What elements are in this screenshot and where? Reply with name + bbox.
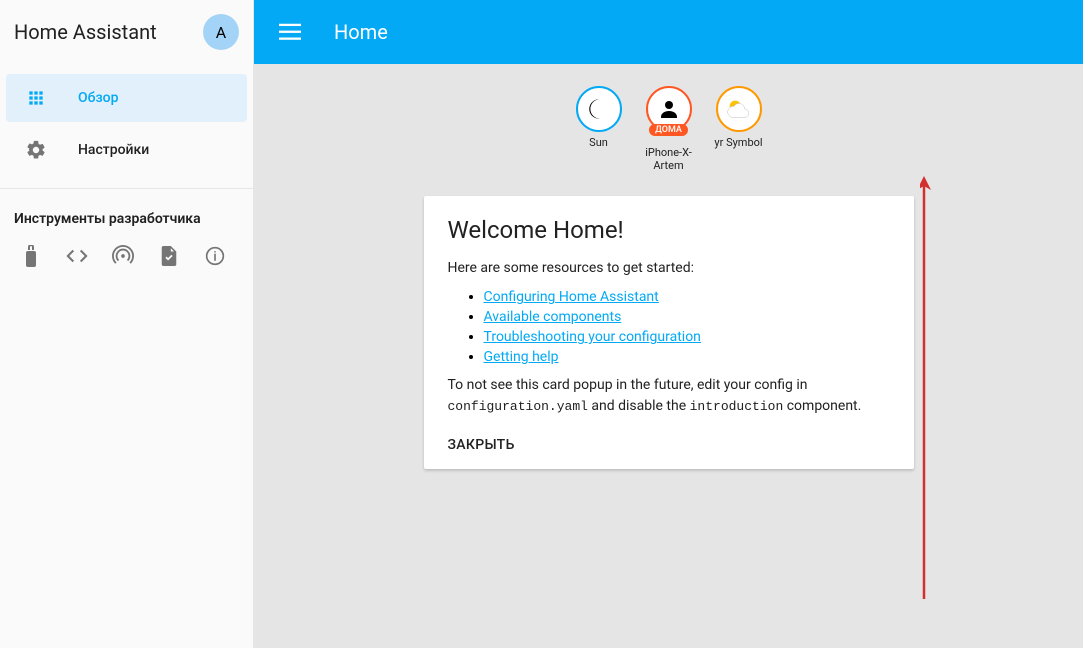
status-badge: ДОМА	[649, 124, 688, 136]
card-links: Configuring Home Assistant Available com…	[484, 289, 890, 365]
sidebar-item-settings[interactable]: Настройки	[6, 126, 247, 174]
badge-label: iPhone-X-Artem	[640, 146, 698, 172]
sidebar-item-label: Настройки	[78, 142, 149, 158]
toolbar: Home	[254, 0, 1083, 64]
info-icon[interactable]	[204, 245, 226, 267]
sidebar-item-overview[interactable]: Обзор	[6, 74, 247, 122]
apps-icon	[24, 86, 48, 110]
close-button[interactable]: ЗАКРЫТЬ	[448, 437, 890, 453]
sidebar-item-label: Обзор	[78, 90, 119, 106]
annotation-arrow	[920, 174, 940, 604]
app-title: Home Assistant	[14, 20, 157, 44]
link-help[interactable]: Getting help	[484, 349, 559, 365]
link-troubleshooting[interactable]: Troubleshooting your configuration	[484, 329, 701, 345]
dev-tools-title: Инструменты разработчика	[0, 201, 253, 235]
link-components[interactable]: Available components	[484, 309, 622, 325]
badges-row: Sun ДОМА iPhone-X-Artem yr Symbol	[254, 86, 1083, 172]
dev-tools-icons	[0, 235, 253, 277]
card-intro: Here are some resources to get started:	[448, 258, 890, 279]
main: Home Sun ДОМА iPhone-X-Artem yr S	[254, 0, 1083, 648]
file-icon[interactable]	[158, 245, 180, 267]
sun-icon	[576, 86, 622, 132]
gear-icon	[24, 138, 48, 162]
badge-person[interactable]: ДОМА iPhone-X-Artem	[640, 86, 698, 172]
card-outro: To not see this card popup in the future…	[448, 375, 890, 417]
link-configuring[interactable]: Configuring Home Assistant	[484, 289, 659, 305]
card-title: Welcome Home!	[448, 216, 890, 244]
broadcast-icon[interactable]	[112, 245, 134, 267]
code-icon[interactable]	[66, 245, 88, 267]
badge-label: yr Symbol	[714, 136, 762, 149]
divider	[0, 188, 253, 189]
weather-icon	[716, 86, 762, 132]
badge-label: Sun	[589, 136, 608, 149]
sidebar-nav: Обзор Настройки	[0, 64, 253, 184]
sidebar-header: Home Assistant A	[0, 0, 253, 64]
welcome-card: Welcome Home! Here are some resources to…	[424, 196, 914, 469]
avatar[interactable]: A	[203, 14, 239, 50]
menu-button[interactable]	[270, 12, 310, 52]
page-title: Home	[334, 20, 388, 44]
sidebar: Home Assistant A Обзор Настройки Инструм…	[0, 0, 254, 648]
badge-sun[interactable]: Sun	[570, 86, 628, 172]
badge-weather[interactable]: yr Symbol	[710, 86, 768, 172]
content: Sun ДОМА iPhone-X-Artem yr Symbol Welcom…	[254, 64, 1083, 648]
remote-icon[interactable]	[20, 245, 42, 267]
